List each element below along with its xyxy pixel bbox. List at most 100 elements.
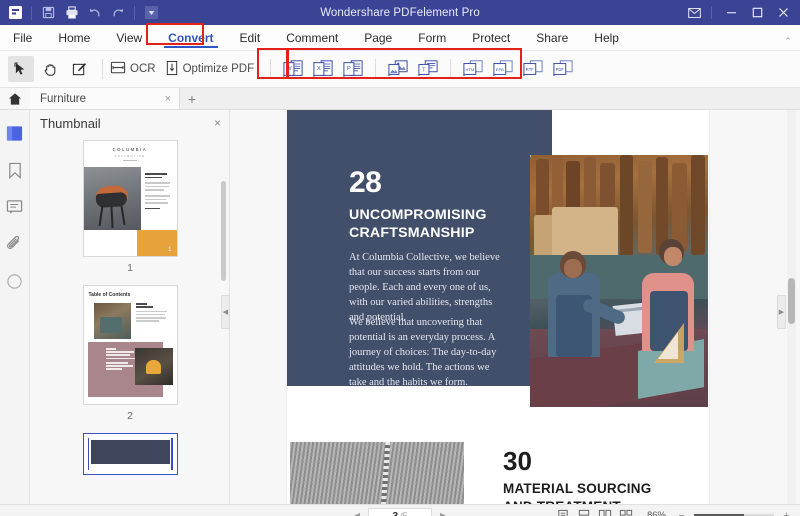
section-28-paragraph-1: At Columbia Collective, we believe that …	[349, 250, 501, 325]
menu-protect[interactable]: Protect	[459, 25, 523, 50]
thumb1-rule	[123, 160, 137, 161]
menu-edit[interactable]: Edit	[227, 25, 274, 50]
to-epub-button[interactable]: EPB	[489, 56, 517, 83]
menu-share[interactable]: Share	[523, 25, 581, 50]
document-tab-label: Furniture	[40, 93, 86, 105]
thumb2-image-1	[94, 303, 131, 339]
fabric-seam	[378, 442, 391, 504]
menu-view[interactable]: View	[103, 25, 155, 50]
print-icon[interactable]	[61, 2, 82, 23]
to-word-button[interactable]: W	[279, 56, 307, 83]
ribbon-divider-4	[450, 59, 451, 79]
continuous-view-icon[interactable]	[576, 508, 593, 516]
comment-panel-icon[interactable]	[4, 196, 26, 218]
previous-page-button[interactable]: ◀	[350, 511, 364, 516]
toolbar-divider	[31, 6, 32, 20]
thumb3-dark-band	[91, 440, 170, 464]
chair-leg-2	[110, 206, 113, 228]
menu-file[interactable]: File	[0, 25, 45, 50]
single-page-view-icon[interactable]	[555, 508, 572, 516]
svg-text:PDF: PDF	[556, 67, 565, 72]
thumb1-badge-text: 1	[168, 247, 171, 253]
menu-page[interactable]: Page	[351, 25, 405, 50]
attachment-panel-icon[interactable]	[4, 233, 26, 255]
zoom-in-button[interactable]: +	[781, 510, 792, 516]
document-view[interactable]: 28 UNCOMPROMISING CRAFTSMANSHIP At Colum…	[230, 110, 800, 504]
zoom-level-label: 86%	[647, 510, 666, 516]
facing-continuous-view-icon[interactable]	[618, 508, 635, 516]
to-pdfa-button[interactable]: PDF	[549, 56, 577, 83]
current-page-value: 3	[392, 510, 398, 516]
page-number-input[interactable]: 3 /5	[368, 508, 432, 516]
redo-icon[interactable]	[107, 2, 128, 23]
thumbnail-item-2[interactable]: Table of Contents	[30, 285, 229, 433]
thumb1-badge: 1	[137, 230, 177, 256]
next-page-button[interactable]: ▶	[436, 511, 450, 516]
collapse-right-panel-button[interactable]: ▶	[777, 295, 786, 329]
thumb2-body: Table of Contents	[84, 286, 177, 404]
thumbnail-item-1[interactable]: COLUMBIA COLLECTIVE	[30, 140, 229, 285]
menu-form[interactable]: Form	[405, 25, 459, 50]
ocr-label: OCR	[130, 63, 156, 75]
undo-icon[interactable]	[84, 2, 105, 23]
thumb2-text-1	[136, 303, 169, 323]
document-tab-strip: Furniture × +	[0, 88, 800, 110]
thumbnail-list[interactable]: COLUMBIA COLLECTIVE	[30, 136, 229, 504]
fabric-texture-photo	[290, 442, 464, 504]
select-tool[interactable]	[8, 56, 34, 82]
minimize-icon[interactable]	[718, 0, 744, 25]
svg-text:W: W	[286, 66, 292, 72]
photo-triangle-inner	[658, 332, 678, 359]
to-rtf-button[interactable]: RTF	[519, 56, 547, 83]
ribbon-divider-2	[270, 59, 271, 79]
window-controls	[681, 0, 800, 25]
to-ppt-button[interactable]: P	[339, 56, 367, 83]
to-text-button[interactable]: T	[414, 56, 442, 83]
document-tab-furniture[interactable]: Furniture ×	[30, 88, 180, 109]
menu-home[interactable]: Home	[45, 25, 103, 50]
bookmark-panel-icon[interactable]	[4, 159, 26, 181]
close-icon[interactable]	[770, 0, 796, 25]
ribbon-divider-1	[102, 59, 103, 79]
maximize-icon[interactable]	[744, 0, 770, 25]
workshop-photo	[530, 155, 708, 407]
ocr-button[interactable]: OCR	[110, 60, 156, 79]
menu-comment[interactable]: Comment	[273, 25, 351, 50]
svg-text:HTM: HTM	[466, 67, 475, 72]
thumbnail-page-3	[83, 433, 178, 475]
to-excel-button[interactable]: X	[309, 56, 337, 83]
home-icon[interactable]	[0, 88, 30, 109]
edit-tool[interactable]	[66, 56, 92, 82]
new-tab-icon[interactable]: +	[180, 88, 204, 109]
menu-bar: File Home View Convert Edit Comment Page…	[0, 25, 800, 51]
optimize-pdf-button[interactable]: Optimize PDF	[165, 60, 255, 79]
close-tab-icon[interactable]: ×	[165, 93, 171, 105]
mail-icon[interactable]	[681, 0, 707, 25]
thumbnail-panel-icon[interactable]	[4, 122, 26, 144]
ocr-icon	[110, 60, 126, 79]
document-scrollbar-thumb[interactable]	[788, 278, 795, 324]
to-image-button[interactable]	[384, 56, 412, 83]
collapse-ribbon-icon[interactable]: ⌃	[776, 25, 800, 50]
photo-person-2-face	[664, 247, 682, 266]
document-vertical-scrollbar[interactable]	[787, 110, 796, 504]
stamp-panel-icon[interactable]	[4, 270, 26, 292]
menu-help[interactable]: Help	[581, 25, 632, 50]
to-html-button[interactable]: HTM	[459, 56, 487, 83]
customize-dropdown-icon[interactable]	[141, 2, 162, 23]
zoom-out-button[interactable]: −	[676, 510, 687, 516]
collapse-thumbnail-panel-button[interactable]: ◀	[221, 295, 230, 329]
section-28-heading-line2: CRAFTSMANSHIP	[349, 224, 487, 242]
hand-tool[interactable]	[37, 56, 63, 82]
window-control-divider	[711, 6, 712, 19]
section-30-heading-line1: MATERIAL SOURCING	[503, 480, 651, 498]
thumbnail-item-3[interactable]	[30, 433, 229, 475]
thumb1-footer: 1	[84, 230, 177, 256]
thumb1-text-block	[141, 167, 177, 230]
thumb2-image-2	[135, 348, 173, 385]
menu-convert[interactable]: Convert	[155, 25, 226, 50]
thumbnail-scrollbar[interactable]	[221, 181, 226, 281]
close-thumbnail-panel-icon[interactable]: ×	[214, 116, 221, 130]
save-icon[interactable]	[38, 2, 59, 23]
facing-view-icon[interactable]	[597, 508, 614, 516]
